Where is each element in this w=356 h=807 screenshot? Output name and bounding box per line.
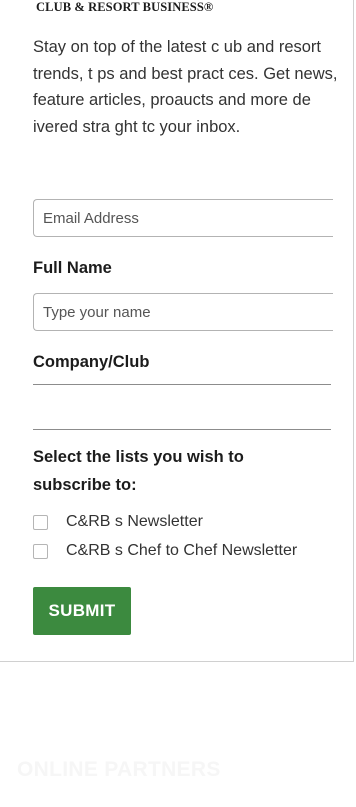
company-field-underline-bottom[interactable] xyxy=(33,429,331,430)
submit-button[interactable]: SUBMIT xyxy=(33,587,131,635)
brand-logo-text: CLUB & RESORT BUSINESS® xyxy=(36,0,214,14)
online-partners-heading: ONLINE PARTNERS xyxy=(17,758,221,781)
lists-title: Select the lists you wish to subscribe t… xyxy=(33,448,244,494)
chef-newsletter-option-label: C&RB s Chef to Chef Newsletter xyxy=(66,542,298,559)
newsletter-option-label: C&RB s Newsletter xyxy=(66,513,203,530)
newsletter-checkbox[interactable] xyxy=(33,514,48,530)
full-name-label: Full Name xyxy=(33,259,112,277)
list-option-newsletter[interactable]: C&RB s Newsletter xyxy=(33,512,203,532)
full-name-field[interactable] xyxy=(33,293,333,331)
company-field-underline xyxy=(33,384,331,385)
intro-text: Stay on top of the latest c ub and resor… xyxy=(33,38,338,136)
newsletter-signup-card: CLUB & RESORT BUSINESS® Stay on top of t… xyxy=(0,0,354,662)
email-field[interactable] xyxy=(33,199,333,237)
list-option-chef-newsletter[interactable]: C&RB s Chef to Chef Newsletter xyxy=(33,541,297,561)
company-label: Company/Club xyxy=(33,353,150,371)
chef-newsletter-checkbox[interactable] xyxy=(33,543,48,559)
